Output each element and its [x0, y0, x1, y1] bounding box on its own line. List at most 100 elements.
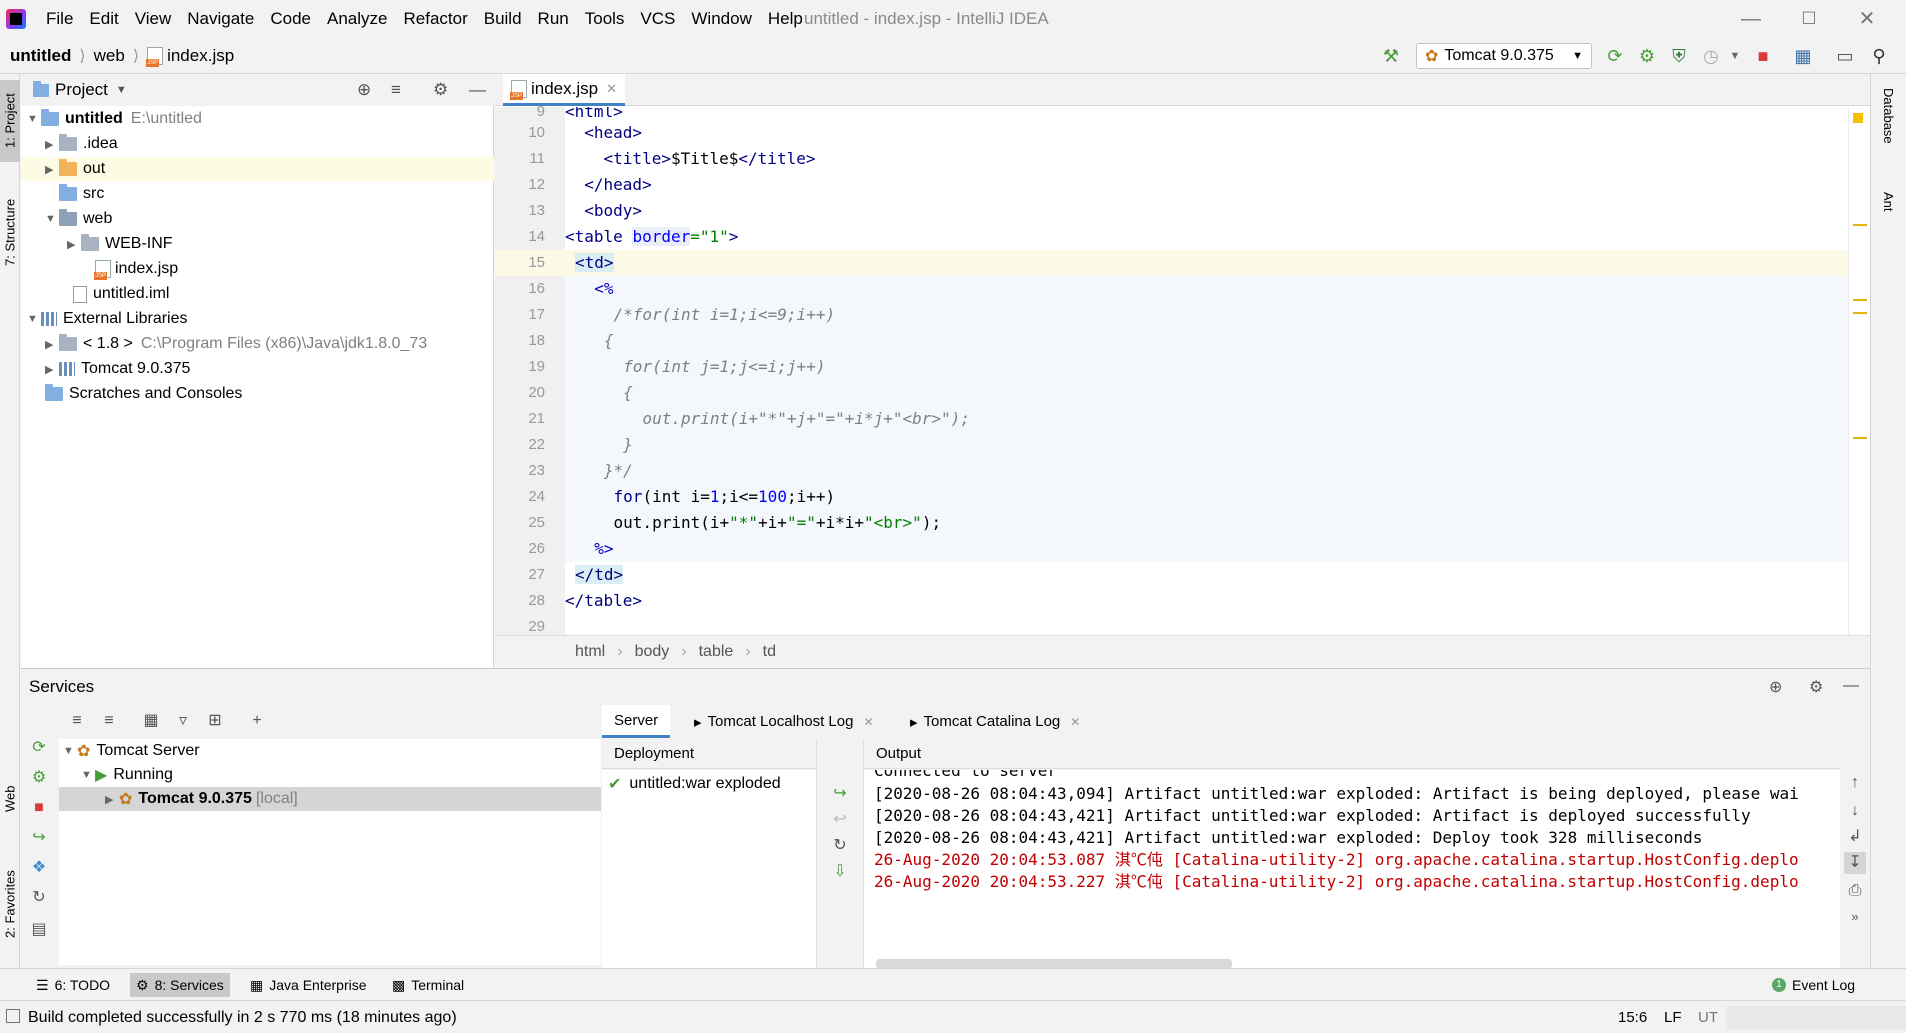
gear-icon[interactable]: ⚙ [433, 80, 448, 100]
tree-node-src[interactable]: src [59, 182, 104, 206]
menu-file[interactable]: File [38, 9, 81, 29]
project-view-select[interactable]: Project [55, 80, 108, 100]
collapsed-arrow-icon[interactable]: ▶ [45, 138, 59, 151]
tree-node-web[interactable]: ▼ web [45, 207, 112, 231]
crumb-td[interactable]: td [763, 643, 776, 661]
chevron-down-icon[interactable]: ▼ [116, 84, 127, 96]
profile-icon[interactable]: ◷ [1700, 45, 1722, 67]
menu-navigate[interactable]: Navigate [179, 9, 262, 29]
new-tab-icon[interactable]: ⊞ [204, 710, 226, 732]
crumb-project[interactable]: untitled [10, 46, 71, 66]
refresh-icon[interactable]: ↻ [28, 887, 50, 909]
scroll-down-icon[interactable]: ↓ [1844, 800, 1866, 822]
tab-favorites[interactable]: 2: Favorites [0, 854, 20, 954]
tree-node-tomcat-server[interactable]: ▼ ✿ Tomcat Server [63, 739, 200, 763]
deployment-item[interactable]: ✔ untitled:war exploded [608, 772, 781, 796]
menu-tools[interactable]: Tools [577, 9, 633, 29]
marker[interactable] [1853, 224, 1867, 226]
hide-panel-icon[interactable]: — [469, 80, 486, 100]
expand-all-icon[interactable]: ≡ [66, 710, 88, 732]
debug-bug-icon[interactable]: ⚙ [28, 767, 50, 789]
output-console[interactable]: Connected to server [2020-08-26 08:04:43… [864, 770, 1840, 969]
more-icon[interactable]: » [1844, 906, 1866, 928]
terminal-toggle-icon[interactable]: ▭ [1834, 45, 1856, 67]
deploy-icon[interactable]: ↪ [28, 827, 50, 849]
menu-view[interactable]: View [127, 9, 180, 29]
tree-node-running[interactable]: ▼ ▶ Running [81, 763, 173, 787]
tree-node-untitled[interactable]: ▼ untitled E:\untitled [27, 107, 202, 131]
scroll-up-icon[interactable]: ↑ [1844, 772, 1866, 794]
redeploy-icon[interactable]: ⇩ [829, 861, 851, 883]
locate-target-icon[interactable]: ⊕ [1769, 677, 1782, 697]
crumb-file[interactable]: index.jsp [167, 46, 234, 66]
menu-edit[interactable]: Edit [81, 9, 126, 29]
tab-database[interactable]: Database [1881, 88, 1896, 144]
tab-ant[interactable]: Ant [1881, 192, 1896, 212]
tab-catalina-log[interactable]: ▸ Tomcat Catalina Log ✕ [898, 705, 1092, 738]
menu-run[interactable]: Run [530, 9, 577, 29]
filter-icon[interactable]: ▿ [172, 710, 194, 732]
tree-node-index-jsp[interactable]: index.jsp [94, 257, 178, 281]
stop-icon[interactable]: ■ [28, 797, 50, 819]
crumb-folder[interactable]: web [94, 46, 125, 66]
collapsed-arrow-icon[interactable]: ▶ [45, 163, 59, 176]
refresh-icon[interactable]: ↻ [829, 835, 851, 857]
build-hammer-icon[interactable]: ⚒ [1380, 45, 1402, 67]
stop-icon[interactable]: ■ [1752, 45, 1774, 67]
chevron-down-icon[interactable]: ▼ [1724, 45, 1746, 67]
marker[interactable] [1853, 437, 1867, 439]
tab-todo[interactable]: ☰ 6: TODO [30, 973, 116, 997]
status-message[interactable]: Build completed successfully in 2 s 770 … [28, 1009, 457, 1027]
print-icon[interactable]: ⎙ [1844, 880, 1866, 902]
group-by-icon[interactable]: ▦ [140, 710, 162, 732]
tab-structure[interactable]: 7: Structure [0, 182, 20, 282]
tree-node-idea[interactable]: ▶ .idea [45, 132, 118, 156]
tool-windows-icon[interactable] [6, 1009, 20, 1023]
warning-indicator-icon[interactable] [1853, 113, 1863, 123]
tree-node-tomcat-lib[interactable]: ▶ Tomcat 9.0.375 [45, 357, 190, 381]
tab-terminal[interactable]: ▩ Terminal [386, 973, 470, 997]
deploy-arrow-icon[interactable]: ↪ [829, 783, 851, 805]
menu-window[interactable]: Window [683, 9, 759, 29]
tree-node-untitled-iml[interactable]: untitled.iml [73, 282, 169, 306]
hide-panel-icon[interactable]: — [1843, 677, 1859, 695]
tab-web[interactable]: Web [0, 774, 20, 824]
gear-icon[interactable]: ⚙ [1809, 677, 1823, 697]
project-structure-icon[interactable]: ▦ [1792, 45, 1814, 67]
caret-position[interactable]: 15:6 [1618, 1009, 1647, 1026]
collapsed-arrow-icon[interactable]: ▶ [45, 363, 59, 376]
marker[interactable] [1853, 312, 1867, 314]
coverage-icon[interactable]: ⛨ [1668, 45, 1690, 67]
menu-vcs[interactable]: VCS [632, 9, 683, 29]
code-area[interactable]: <html> <head> <title>$Title$</title> </h… [565, 107, 1848, 635]
expanded-arrow-icon[interactable]: ▼ [27, 113, 41, 125]
collapsed-arrow-icon[interactable]: ▶ [67, 238, 81, 251]
tree-node-scratches[interactable]: Scratches and Consoles [45, 382, 242, 406]
add-service-icon[interactable]: + [246, 710, 268, 732]
run-configuration-select[interactable]: ✿ Tomcat 9.0.375 ▼ [1416, 43, 1592, 69]
rerun-icon[interactable]: ⟳ [1604, 45, 1626, 67]
menu-build[interactable]: Build [476, 9, 530, 29]
collapse-all-icon[interactable]: ≡ [98, 710, 120, 732]
close-icon[interactable]: ✕ [1854, 6, 1880, 32]
close-tab-icon[interactable]: ✕ [606, 81, 617, 97]
expanded-arrow-icon[interactable]: ▼ [81, 769, 95, 781]
search-icon[interactable]: ⚲ [1868, 45, 1890, 67]
debug-bug-icon[interactable]: ⚙ [1636, 45, 1658, 67]
line-separator[interactable]: LF [1664, 1009, 1682, 1026]
artifact-icon[interactable]: ❖ [28, 857, 50, 879]
undeploy-icon[interactable]: ↩ [829, 809, 851, 831]
menu-refactor[interactable]: Refactor [395, 9, 475, 29]
tree-node-out[interactable]: ▶ out [21, 157, 494, 181]
menu-code[interactable]: Code [262, 9, 319, 29]
collapsed-arrow-icon[interactable]: ▶ [45, 338, 59, 351]
minimize-icon[interactable]: — [1738, 6, 1764, 32]
close-tab-icon[interactable]: ✕ [1070, 715, 1080, 729]
marker[interactable] [1853, 299, 1867, 301]
tab-project[interactable]: 1: Project [0, 80, 20, 162]
layout-icon[interactable]: ▤ [28, 919, 50, 941]
expanded-arrow-icon[interactable]: ▼ [63, 745, 77, 757]
crumb-table[interactable]: table [699, 643, 734, 661]
collapsed-arrow-icon[interactable]: ▶ [105, 793, 119, 806]
soft-wrap-icon[interactable]: ↲ [1844, 826, 1866, 848]
